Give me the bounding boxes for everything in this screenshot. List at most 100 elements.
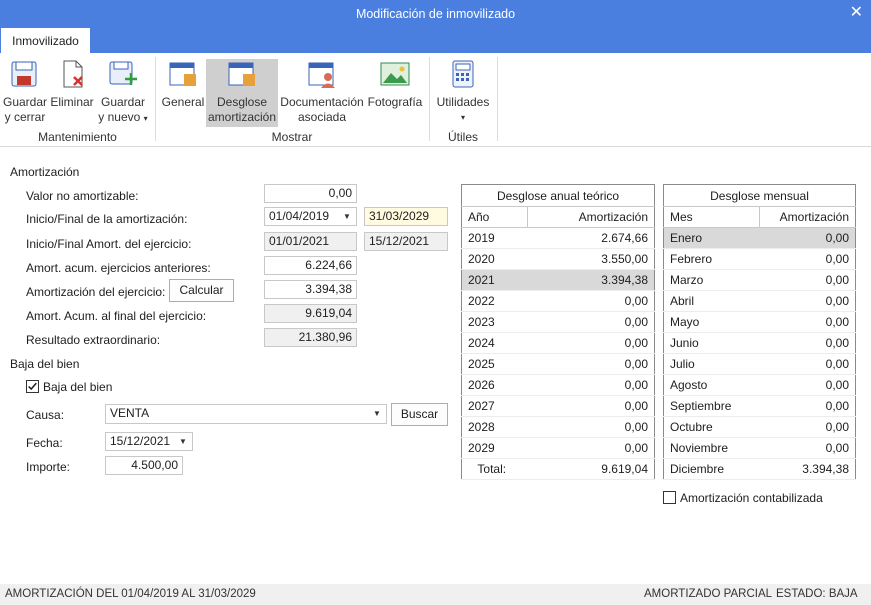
baja-checkbox[interactable] bbox=[26, 380, 39, 393]
status-right: ESTADO: BAJA bbox=[776, 588, 858, 600]
buscar-button[interactable]: Buscar bbox=[391, 403, 448, 426]
month-cell: Enero bbox=[663, 227, 760, 249]
table-row[interactable]: Septiembre 0,00 bbox=[663, 395, 856, 417]
ribbon: Guardar y cerrar Eliminar Guardar y nuev… bbox=[0, 53, 871, 147]
del-ejercicio-label: Amortización del ejercicio: bbox=[26, 285, 166, 299]
year-cell: 2024 bbox=[461, 332, 528, 354]
contabilizada-checkbox[interactable] bbox=[663, 491, 676, 504]
amount-cell: 0,00 bbox=[527, 437, 655, 459]
table-row[interactable]: 2027 0,00 bbox=[461, 395, 655, 417]
table-row[interactable]: 2026 0,00 bbox=[461, 374, 655, 396]
table-row[interactable]: 2025 0,00 bbox=[461, 353, 655, 375]
desglose-amortizacion-button[interactable]: Desglose amortización bbox=[206, 59, 278, 127]
del-ejercicio-field[interactable]: 3.394,38 bbox=[264, 280, 357, 299]
utilidades-label: Utilidades bbox=[436, 95, 490, 109]
baja-checkbox-label: Baja del bien bbox=[43, 380, 113, 394]
table-row[interactable]: Marzo 0,00 bbox=[663, 269, 856, 291]
tab-inmovilizado[interactable]: Inmovilizado bbox=[1, 28, 90, 53]
table-row[interactable]: Noviembre 0,00 bbox=[663, 437, 856, 459]
valor-no-amortizable-field[interactable]: 0,00 bbox=[264, 184, 357, 203]
chevron-down-icon: ▾ bbox=[460, 113, 465, 122]
group-utiles: Útiles bbox=[447, 130, 478, 144]
table-row[interactable]: 2029 0,00 bbox=[461, 437, 655, 459]
amount-cell: 0,00 bbox=[527, 311, 655, 333]
amount-cell: 0,00 bbox=[527, 332, 655, 354]
acum-anteriores-field[interactable]: 6.224,66 bbox=[264, 256, 357, 275]
save-close-label-2: y cerrar bbox=[4, 110, 46, 124]
table-row[interactable]: Agosto 0,00 bbox=[663, 374, 856, 396]
month-cell: Mayo bbox=[663, 311, 760, 333]
utilidades-button[interactable]: Utilidades ▾ bbox=[435, 59, 491, 125]
delete-button[interactable]: Eliminar bbox=[50, 59, 94, 110]
year-cell: 2025 bbox=[461, 353, 528, 375]
table-row[interactable]: 2023 0,00 bbox=[461, 311, 655, 333]
acum-final-field: 9.619,04 bbox=[264, 304, 357, 323]
save-close-icon bbox=[11, 61, 37, 87]
year-cell: 2022 bbox=[461, 290, 528, 312]
amount-cell: 0,00 bbox=[759, 416, 856, 438]
amount-cell: 0,00 bbox=[759, 290, 856, 312]
table-row[interactable]: 2019 2.674,66 bbox=[461, 227, 655, 249]
amount-cell: 0,00 bbox=[759, 374, 856, 396]
amount-cell: 0,00 bbox=[759, 332, 856, 354]
inicio-final-label: Inicio/Final de la amortización: bbox=[26, 212, 188, 226]
save-close-button[interactable]: Guardar y cerrar bbox=[2, 59, 48, 125]
column-header-amount[interactable]: Amortización bbox=[759, 206, 856, 228]
year-cell: 2021 bbox=[461, 269, 528, 291]
desglose-anual-caption: Desglose anual teórico bbox=[461, 184, 655, 207]
table-row[interactable]: 2024 0,00 bbox=[461, 332, 655, 354]
year-cell: 2020 bbox=[461, 248, 528, 270]
calcular-button[interactable]: Calcular bbox=[169, 279, 234, 302]
column-header-amount[interactable]: Amortización bbox=[527, 206, 655, 228]
inicio-ejercicio-field: 01/01/2021 bbox=[264, 232, 357, 251]
acum-anteriores-label: Amort. acum. ejercicios anteriores: bbox=[26, 261, 211, 275]
year-cell: 2028 bbox=[461, 416, 528, 438]
fotografia-button[interactable]: Fotografía bbox=[366, 59, 424, 110]
amount-cell: 0,00 bbox=[759, 353, 856, 375]
table-row[interactable]: 2022 0,00 bbox=[461, 290, 655, 312]
amount-cell: 2.674,66 bbox=[527, 227, 655, 249]
inicio-amortizacion-date[interactable]: 01/04/2019 ▼ bbox=[264, 207, 357, 226]
resultado-label: Resultado extraordinario: bbox=[26, 333, 161, 347]
column-header-month[interactable]: Mes bbox=[663, 206, 760, 228]
acum-final-label: Amort. Acum. al final del ejercicio: bbox=[26, 309, 207, 323]
importe-field[interactable]: 4.500,00 bbox=[105, 456, 183, 475]
amount-cell: 0,00 bbox=[759, 248, 856, 270]
total-label: Total: bbox=[461, 458, 528, 480]
status-left: AMORTIZACIÓN DEL 01/04/2019 AL 31/03/202… bbox=[5, 588, 256, 600]
table-row[interactable]: Mayo 0,00 bbox=[663, 311, 856, 333]
group-mostrar: Mostrar bbox=[271, 130, 313, 144]
table-row[interactable]: Julio 0,00 bbox=[663, 353, 856, 375]
documentacion-button[interactable]: Documentación asociada bbox=[280, 59, 364, 125]
amount-cell: 0,00 bbox=[759, 395, 856, 417]
table-row[interactable]: Enero 0,00 bbox=[663, 227, 856, 249]
inicio-final-ejercicio-label: Inicio/Final Amort. del ejercicio: bbox=[26, 237, 192, 251]
close-icon[interactable]: ✕ bbox=[850, 3, 863, 23]
table-row[interactable]: 2021 3.394,38 bbox=[461, 269, 655, 291]
causa-select[interactable]: VENTA ▼ bbox=[105, 404, 387, 424]
table-row[interactable]: 2020 3.550,00 bbox=[461, 248, 655, 270]
chevron-down-icon[interactable]: ▼ bbox=[340, 208, 354, 225]
save-new-button[interactable]: Guardar y nuevo ▾ bbox=[97, 59, 149, 126]
general-button[interactable]: General bbox=[161, 59, 205, 110]
amount-cell: 0,00 bbox=[759, 269, 856, 291]
save-new-label-1: Guardar bbox=[100, 95, 146, 109]
year-cell: 2027 bbox=[461, 395, 528, 417]
desglose-mensual-table: Desglose mensual Mes Amortización Enero 0… bbox=[663, 184, 856, 480]
table-row[interactable]: Febrero 0,00 bbox=[663, 248, 856, 270]
month-cell: Noviembre bbox=[663, 437, 760, 459]
final-amortizacion-field[interactable]: 31/03/2029 bbox=[364, 207, 448, 226]
table-row[interactable]: Octubre 0,00 bbox=[663, 416, 856, 438]
column-header-year[interactable]: Año bbox=[461, 206, 528, 228]
section-baja: Baja del bien bbox=[10, 357, 80, 371]
table-row[interactable]: Junio 0,00 bbox=[663, 332, 856, 354]
table-row[interactable]: 2028 0,00 bbox=[461, 416, 655, 438]
fecha-date-field[interactable]: 15/12/2021 ▼ bbox=[105, 432, 193, 451]
desglose-window-icon bbox=[228, 62, 255, 86]
chevron-down-icon[interactable]: ▼ bbox=[370, 405, 384, 422]
amount-cell: 0,00 bbox=[527, 374, 655, 396]
chevron-down-icon[interactable]: ▼ bbox=[176, 433, 190, 450]
table-row[interactable]: Abril 0,00 bbox=[663, 290, 856, 312]
amount-cell: 0,00 bbox=[759, 311, 856, 333]
table-row[interactable]: Diciembre 3.394,38 bbox=[663, 458, 856, 480]
